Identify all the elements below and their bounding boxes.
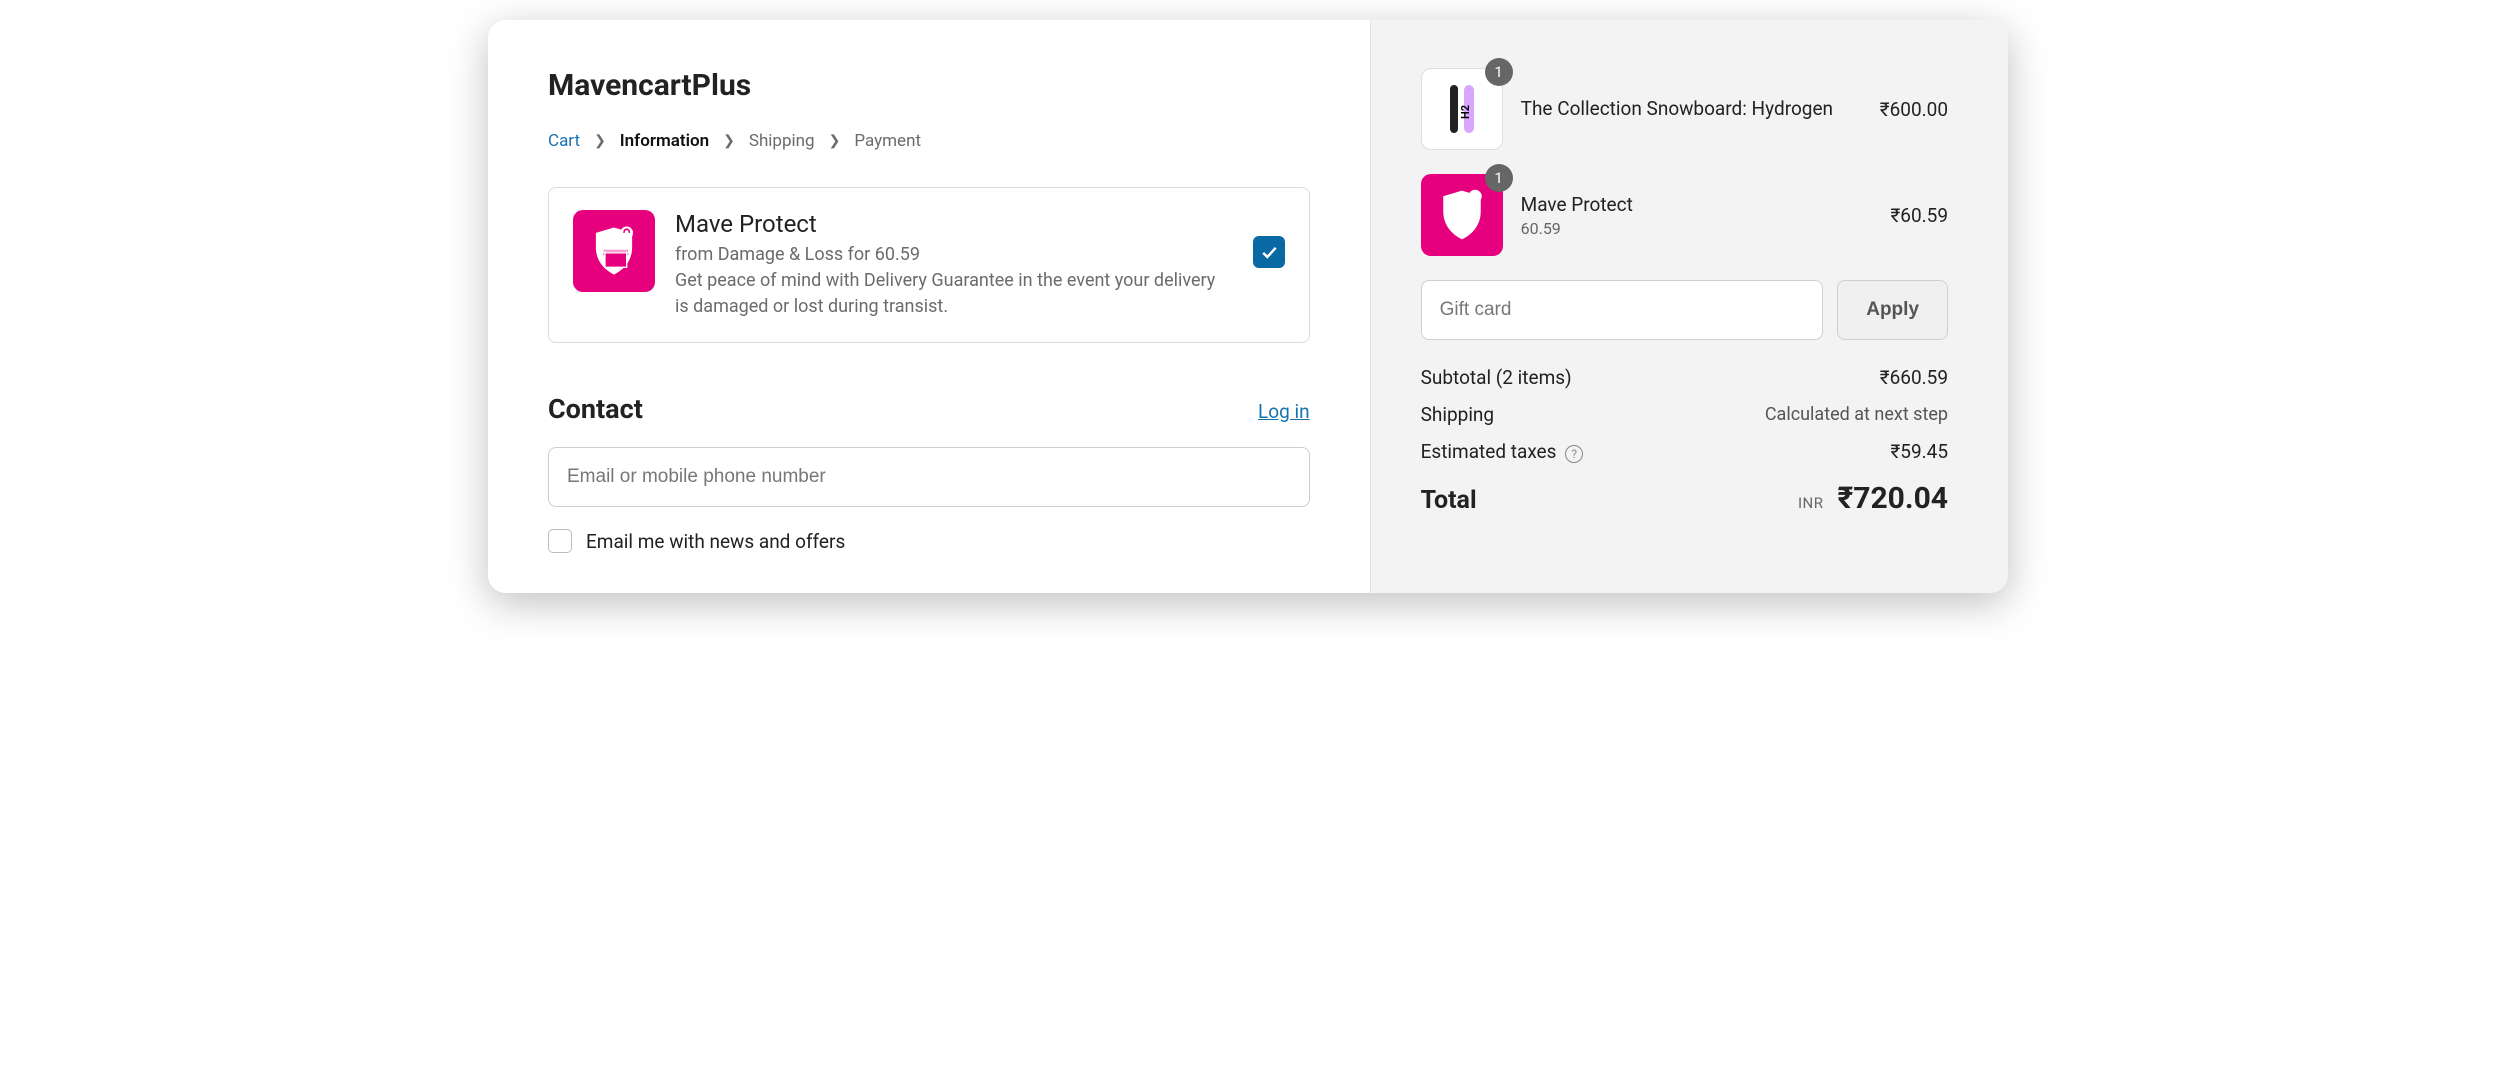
- line-item-name: The Collection Snowboard: Hydrogen: [1521, 96, 1862, 122]
- checkout-main: MavencartPlus Cart ❯ Information ❯ Shipp…: [488, 20, 1370, 593]
- order-summary: H2 1 The Collection Snowboard: Hydrogen …: [1370, 20, 2008, 593]
- protect-shield-icon: [573, 210, 655, 292]
- total-currency: INR: [1798, 494, 1824, 512]
- subtotal-label: Subtotal (2 items): [1421, 366, 1572, 389]
- email-field[interactable]: [548, 447, 1310, 507]
- taxes-label: Estimated taxes ?: [1421, 440, 1584, 463]
- newsletter-label: Email me with news and offers: [586, 530, 845, 553]
- subtotal-row: Subtotal (2 items) ₹660.59: [1421, 366, 1948, 389]
- protect-card: Mave Protect from Damage & Loss for 60.5…: [548, 187, 1310, 343]
- store-name: MavencartPlus: [548, 68, 1310, 103]
- chevron-right-icon: ❯: [723, 133, 735, 149]
- line-item-thumb-wrap: H2 1: [1421, 68, 1503, 150]
- checkout-container: MavencartPlus Cart ❯ Information ❯ Shipp…: [488, 20, 2008, 593]
- line-item-price: ₹600.00: [1880, 98, 1948, 121]
- chevron-right-icon: ❯: [829, 133, 841, 149]
- newsletter-checkbox[interactable]: [548, 529, 572, 553]
- discount-row: Apply: [1421, 280, 1948, 340]
- svg-text:H2: H2: [1459, 105, 1472, 119]
- line-item-variant: 60.59: [1521, 219, 1873, 238]
- breadcrumb-payment: Payment: [854, 131, 921, 151]
- chevron-right-icon: ❯: [594, 133, 606, 149]
- login-link[interactable]: Log in: [1258, 400, 1310, 423]
- apply-button[interactable]: Apply: [1837, 280, 1948, 340]
- line-item-price: ₹60.59: [1890, 204, 1948, 227]
- taxes-row: Estimated taxes ? ₹59.45: [1421, 440, 1948, 463]
- total-amount: ₹720.04: [1837, 481, 1948, 516]
- line-item: 1 Mave Protect 60.59 ₹60.59: [1421, 174, 1948, 256]
- breadcrumb-cart[interactable]: Cart: [548, 131, 580, 151]
- protect-subtitle-1: from Damage & Loss for 60.59: [675, 242, 1233, 268]
- protect-title: Mave Protect: [675, 210, 1233, 238]
- protect-subtitle-2: Get peace of mind with Delivery Guarante…: [675, 268, 1233, 320]
- help-icon[interactable]: ?: [1565, 445, 1583, 463]
- protect-text: Mave Protect from Damage & Loss for 60.5…: [675, 210, 1233, 320]
- contact-header: Contact Log in: [548, 393, 1310, 425]
- breadcrumb: Cart ❯ Information ❯ Shipping ❯ Payment: [548, 131, 1310, 151]
- total-row: Total INR ₹720.04: [1421, 481, 1948, 516]
- breadcrumb-shipping: Shipping: [749, 131, 815, 151]
- contact-heading: Contact: [548, 393, 643, 425]
- protect-toggle-checkbox[interactable]: [1253, 236, 1285, 268]
- total-label: Total: [1421, 486, 1477, 515]
- qty-badge: 1: [1485, 164, 1513, 192]
- qty-badge: 1: [1485, 58, 1513, 86]
- line-item-thumb-wrap: 1: [1421, 174, 1503, 256]
- line-item-info: The Collection Snowboard: Hydrogen: [1521, 96, 1862, 122]
- giftcard-input[interactable]: [1421, 280, 1824, 340]
- newsletter-row: Email me with news and offers: [548, 529, 1310, 553]
- shipping-row: Shipping Calculated at next step: [1421, 403, 1948, 426]
- breadcrumb-information: Information: [620, 131, 709, 151]
- shipping-value: Calculated at next step: [1765, 404, 1948, 425]
- line-item-name: Mave Protect: [1521, 192, 1873, 218]
- subtotal-value: ₹660.59: [1880, 366, 1948, 389]
- line-item: H2 1 The Collection Snowboard: Hydrogen …: [1421, 68, 1948, 150]
- line-item-info: Mave Protect 60.59: [1521, 192, 1873, 239]
- taxes-value: ₹59.45: [1890, 440, 1948, 463]
- shipping-label: Shipping: [1421, 403, 1495, 426]
